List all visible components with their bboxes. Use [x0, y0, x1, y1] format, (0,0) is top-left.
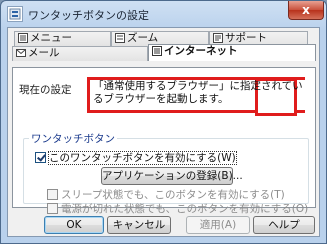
apply-button[interactable]: 適用(A) — [186, 216, 250, 234]
sleep-checkbox[interactable]: スリープ状態でも、このボタンを有効にする(T) — [47, 189, 285, 201]
tab-menu[interactable]: メニュー — [14, 31, 111, 46]
power-off-checkbox[interactable]: 電源が切れた状態でも、このボタンを有効にする(O) — [47, 203, 308, 215]
tab-mail-label: メール — [28, 47, 60, 59]
help-button[interactable]: ヘルプ — [253, 216, 315, 234]
tab-support-label: サポート — [225, 32, 267, 44]
enable-checkbox-label: このワンタッチボタンを有効にする(W) — [48, 151, 237, 165]
enable-checkbox-box[interactable] — [35, 152, 46, 163]
group-title: ワンタッチボタン — [29, 131, 117, 146]
app-icon — [7, 6, 23, 22]
dialog-window: ワンタッチボタンの設定 x メニュー ズーム サポート メール インターネット … — [0, 0, 327, 244]
tab-zoom-label: ズーム — [127, 32, 159, 44]
zoom-icon — [115, 33, 125, 47]
current-setting-text: 「通常使用するブラウザー」に指定されているブラウザーを起動します。 — [93, 80, 303, 105]
window-title: ワンタッチボタンの設定 — [28, 9, 149, 22]
menu-icon — [18, 33, 28, 47]
power-off-checkbox-box[interactable] — [47, 203, 58, 214]
mail-icon — [16, 48, 26, 62]
tab-mail[interactable]: メール — [12, 46, 148, 61]
tab-menu-label: メニュー — [30, 32, 72, 44]
close-icon: x — [302, 3, 310, 17]
current-setting-label: 現在の設定 — [19, 84, 72, 96]
ok-button[interactable]: OK — [44, 216, 104, 234]
tab-internet-label: インターネット — [164, 45, 238, 57]
internet-panel: 現在の設定 「通常使用するブラウザー」に指定されているブラウザーを起動します。 … — [12, 67, 316, 215]
tab-internet[interactable]: インターネット — [148, 44, 316, 61]
register-application-button[interactable]: アプリケーションの登録(B)... — [101, 167, 243, 185]
enable-checkbox[interactable]: このワンタッチボタンを有効にする(W) — [35, 151, 237, 165]
internet-icon — [152, 46, 162, 60]
title-bar[interactable]: ワンタッチボタンの設定 x — [1, 1, 326, 27]
close-button[interactable]: x — [288, 1, 324, 20]
sleep-checkbox-label: スリープ状態でも、このボタンを有効にする(T) — [61, 189, 285, 201]
cancel-button[interactable]: キャンセル — [107, 216, 171, 234]
dialog-client: メニュー ズーム サポート メール インターネット 現在の設定 「通常使用するブ… — [7, 27, 320, 237]
sleep-checkbox-box[interactable] — [47, 189, 58, 200]
power-off-checkbox-label: 電源が切れた状態でも、このボタンを有効にする(O) — [61, 203, 309, 215]
